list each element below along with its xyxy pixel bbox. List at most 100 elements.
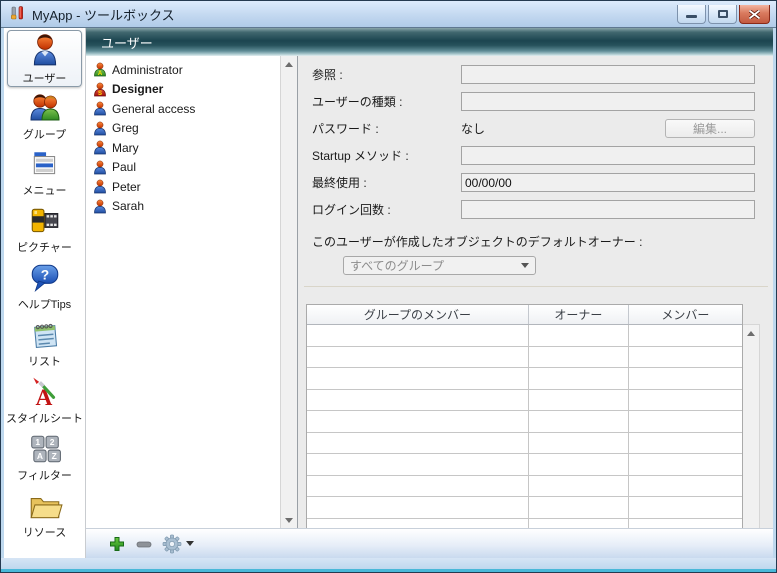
minimize-icon bbox=[686, 15, 697, 18]
chevron-down-icon bbox=[521, 263, 529, 268]
list-item-sarah[interactable]: Sarah bbox=[86, 197, 280, 217]
scroll-up-button[interactable] bbox=[743, 325, 759, 341]
maximize-icon bbox=[718, 10, 728, 18]
user-icon bbox=[93, 121, 107, 136]
table-row[interactable] bbox=[307, 476, 742, 498]
sidebar-item-label: グループ bbox=[23, 126, 66, 142]
column-header-owner: オーナー bbox=[529, 305, 629, 324]
arrow-down-icon bbox=[285, 518, 293, 523]
sidebar-item-label: リスト bbox=[28, 353, 61, 369]
remove-button[interactable] bbox=[135, 535, 153, 553]
selected-option: すべてのグループ bbox=[350, 257, 521, 274]
list-item-administrator[interactable]: A Administrator bbox=[86, 60, 280, 80]
pictures-icon bbox=[28, 205, 62, 237]
page-title: ユーザー bbox=[86, 28, 773, 56]
password-value: なし bbox=[461, 120, 485, 137]
sidebar-item-menus[interactable]: メニュー bbox=[7, 144, 82, 201]
key-2-glyph: 2 bbox=[49, 436, 54, 446]
window-bottom-border bbox=[1, 558, 776, 572]
sidebar-item-lists[interactable]: リスト bbox=[7, 315, 82, 372]
svg-text:A: A bbox=[98, 71, 103, 77]
user-icon bbox=[93, 101, 107, 116]
user-name: Designer bbox=[112, 82, 163, 96]
close-icon bbox=[749, 10, 760, 19]
panel-header-label: ユーザー bbox=[101, 33, 153, 52]
sidebar-item-style-sheets[interactable]: A スタイルシート bbox=[7, 372, 82, 429]
user-icon bbox=[93, 179, 107, 194]
table-row[interactable] bbox=[307, 325, 742, 347]
list-item-greg[interactable]: Greg bbox=[86, 119, 280, 139]
startup-method-row: Startup メソッド : bbox=[298, 142, 773, 169]
table-row[interactable] bbox=[307, 497, 742, 519]
last-used-input[interactable] bbox=[461, 173, 755, 192]
sidebar-item-groups[interactable]: グループ bbox=[7, 87, 82, 144]
field-label: Startup メソッド : bbox=[312, 147, 461, 164]
sidebar-item-filters[interactable]: 1 2 A Z フィルター bbox=[7, 429, 82, 486]
key-1-glyph: 1 bbox=[35, 436, 40, 446]
table-row[interactable] bbox=[307, 347, 742, 369]
svg-text:S: S bbox=[98, 91, 102, 97]
default-owner-label: このユーザーが作成したオブジェクトのデフォルトオーナー : bbox=[298, 223, 773, 256]
titlebar[interactable]: MyApp - ツールボックス bbox=[1, 1, 776, 28]
sidebar-item-users[interactable]: ユーザー bbox=[7, 30, 82, 87]
startup-method-input[interactable] bbox=[461, 146, 755, 165]
edit-button[interactable]: 編集... bbox=[665, 119, 755, 138]
minimize-button[interactable] bbox=[677, 5, 706, 24]
login-count-row: ログイン回数 : bbox=[298, 196, 773, 223]
question-glyph: ? bbox=[40, 266, 48, 282]
table-row[interactable] bbox=[307, 433, 742, 455]
sidebar: ユーザー グループ bbox=[4, 28, 86, 558]
table-row[interactable] bbox=[307, 454, 742, 476]
sidebar-item-pictures[interactable]: ピクチャー bbox=[7, 201, 82, 258]
column-header-group-members: グループのメンバー bbox=[307, 305, 529, 324]
window-controls bbox=[677, 0, 770, 24]
login-count-input[interactable] bbox=[461, 200, 755, 219]
resources-icon bbox=[27, 490, 63, 522]
designer-user-icon: S bbox=[93, 82, 107, 97]
groups-icon bbox=[27, 90, 63, 124]
password-row: パスワード : なし 編集... bbox=[298, 115, 773, 142]
default-owner-select[interactable]: すべてのグループ bbox=[343, 256, 536, 275]
table-row[interactable] bbox=[307, 390, 742, 412]
arrow-up-icon bbox=[747, 331, 755, 336]
chevron-down-icon bbox=[186, 541, 194, 546]
minus-icon bbox=[135, 535, 153, 553]
user-type-input[interactable] bbox=[461, 92, 755, 111]
sidebar-item-help-tips[interactable]: ? ヘルプTips bbox=[7, 258, 82, 315]
reference-input[interactable] bbox=[461, 65, 755, 84]
field-label: パスワード : bbox=[312, 120, 461, 137]
add-button[interactable] bbox=[108, 535, 126, 553]
user-list-items: A Administrator S Designer bbox=[86, 56, 280, 528]
user-name: Peter bbox=[112, 180, 141, 194]
field-label: 参照 : bbox=[312, 66, 461, 83]
user-icon bbox=[93, 199, 107, 214]
maximize-button[interactable] bbox=[708, 5, 737, 24]
last-used-row: 最終使用 : bbox=[298, 169, 773, 196]
list-item-mary[interactable]: Mary bbox=[86, 138, 280, 158]
sidebar-item-label: ピクチャー bbox=[17, 239, 72, 255]
list-item-paul[interactable]: Paul bbox=[86, 158, 280, 178]
user-name: Paul bbox=[112, 160, 136, 174]
settings-button[interactable] bbox=[162, 534, 194, 554]
content-area: A Administrator S Designer bbox=[86, 56, 773, 528]
column-header-member: メンバー bbox=[629, 305, 742, 324]
table-scrollbar[interactable] bbox=[743, 324, 760, 528]
style-sheets-icon: A bbox=[28, 376, 62, 408]
scroll-up-button[interactable] bbox=[281, 56, 297, 72]
menus-icon bbox=[29, 148, 61, 180]
close-button[interactable] bbox=[739, 5, 770, 24]
list-item-general-access[interactable]: General access bbox=[86, 99, 280, 119]
list-item-peter[interactable]: Peter bbox=[86, 177, 280, 197]
lists-icon bbox=[28, 319, 62, 351]
table-row[interactable] bbox=[307, 519, 742, 529]
list-item-designer[interactable]: S Designer bbox=[86, 80, 280, 100]
list-scrollbar[interactable] bbox=[280, 56, 297, 528]
user-icon bbox=[93, 140, 107, 155]
table-header: グループのメンバー オーナー メンバー bbox=[307, 305, 742, 325]
scroll-down-button[interactable] bbox=[281, 512, 297, 528]
table-row[interactable] bbox=[307, 411, 742, 433]
arrow-up-icon bbox=[285, 62, 293, 67]
key-a-glyph: A bbox=[36, 450, 42, 460]
sidebar-item-resources[interactable]: リソース bbox=[7, 486, 82, 543]
table-row[interactable] bbox=[307, 368, 742, 390]
